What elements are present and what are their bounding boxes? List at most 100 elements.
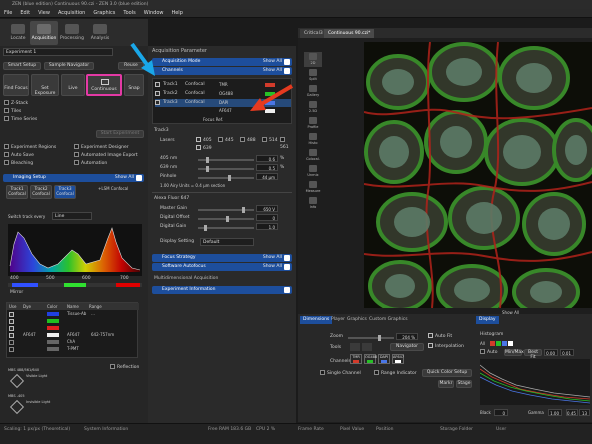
menu-edit[interactable]: Edit xyxy=(16,9,34,18)
checkbox[interactable] xyxy=(9,347,14,352)
table-row[interactable]: AF647 AF647 642-757nm xyxy=(7,332,139,339)
checkbox[interactable] xyxy=(74,144,79,149)
multidim-acq-label[interactable]: Multidimensional Acquisition xyxy=(154,276,218,281)
laser-639-toggle[interactable]: 639 xyxy=(196,145,212,152)
channel-chip-af647[interactable]: AF647 xyxy=(392,354,404,364)
view-histo-button[interactable]: Histo xyxy=(304,132,322,147)
focus-ref-button[interactable]: Focus Ref. xyxy=(203,117,223,122)
checkbox[interactable] xyxy=(155,91,160,96)
checkbox[interactable] xyxy=(110,364,115,369)
status-system-info[interactable]: System Information xyxy=(84,427,128,432)
menu-acquisition[interactable]: Acquisition xyxy=(54,9,89,18)
checkbox[interactable] xyxy=(218,137,223,142)
focus-strategy-header[interactable]: Focus Strategy Show All xyxy=(152,254,292,262)
tab-display[interactable]: Display xyxy=(476,316,499,324)
gamma-value[interactable]: 1.00 xyxy=(548,409,562,416)
channel-swatch-green[interactable] xyxy=(496,341,501,346)
minmax-button[interactable]: Min/Max xyxy=(504,349,524,356)
range-indicator-toggle[interactable]: Range Indicator xyxy=(374,370,417,377)
checkbox[interactable] xyxy=(9,319,14,324)
slider-knob[interactable] xyxy=(206,157,209,163)
best-fit-high[interactable]: 0.01 xyxy=(560,349,574,356)
laser639-slider[interactable] xyxy=(198,166,254,172)
markers-button[interactable]: Markr xyxy=(438,380,454,388)
digital-offset-value[interactable]: 0 xyxy=(256,214,278,221)
find-focus-button[interactable]: Find Focus xyxy=(3,74,29,96)
acquisition-mode-header[interactable]: Acquisition Mode Show All xyxy=(152,58,292,66)
checkbox[interactable] xyxy=(428,333,433,338)
laser-405-toggle[interactable]: 405 xyxy=(196,137,212,144)
color-swatch[interactable] xyxy=(47,347,59,351)
interpolation-toggle[interactable]: Interpolation xyxy=(428,343,464,350)
slider-knob[interactable] xyxy=(204,225,207,231)
view-colocal-button[interactable]: Colocal. xyxy=(304,148,322,163)
experiment-combo[interactable]: Experiment 1 xyxy=(3,48,113,56)
slider-knob[interactable] xyxy=(206,166,209,172)
view-split-button[interactable]: Split xyxy=(304,68,322,83)
color-swatch[interactable] xyxy=(47,326,59,330)
zstack-toggle[interactable]: Z-Stack xyxy=(4,100,28,107)
display-setting-combo[interactable]: Default xyxy=(200,238,254,246)
checkbox[interactable] xyxy=(9,326,14,331)
channel-swatch-white[interactable] xyxy=(508,341,513,346)
quick-color-setup-button[interactable]: Quick Color Setup xyxy=(422,369,472,377)
view-info-button[interactable]: Info xyxy=(304,196,322,211)
view-2-5d-button[interactable]: 2.5D xyxy=(304,100,322,115)
checkbox[interactable] xyxy=(4,144,9,149)
show-all-toggle[interactable]: Show All xyxy=(263,67,282,75)
track3-tab[interactable]: Track3 Confocal xyxy=(54,185,76,199)
histogram-all[interactable]: All xyxy=(480,341,485,346)
laser-514-toggle[interactable]: 514 xyxy=(262,137,278,144)
pan-tool-icon[interactable] xyxy=(362,343,372,351)
checkbox[interactable] xyxy=(4,100,9,105)
view-2d-button[interactable]: 2D xyxy=(304,52,322,67)
laser405-value[interactable]: 0.6 xyxy=(256,155,278,162)
color-swatch[interactable] xyxy=(47,312,59,316)
checkbox[interactable] xyxy=(4,108,9,113)
tab-locate[interactable]: Locate xyxy=(4,21,32,45)
channel-chip-dapi[interactable]: DAPI xyxy=(378,354,390,364)
table-row[interactable]: Tissue-Ab… xyxy=(7,311,139,318)
checkbox[interactable] xyxy=(9,333,14,338)
channel-swatch-red[interactable] xyxy=(490,341,495,346)
view-unmix-button[interactable]: Unmix xyxy=(304,164,322,179)
light-path-visible[interactable]: MBS 488/561/640 Visible Light xyxy=(8,368,47,392)
show-all-toggle[interactable]: Show All xyxy=(263,254,282,262)
laser-488-toggle[interactable]: 488 xyxy=(240,137,256,144)
option-experiment-designer[interactable]: Experiment Designer xyxy=(74,144,129,151)
checkbox[interactable] xyxy=(4,160,9,165)
option-auto-save[interactable]: Auto Save xyxy=(4,152,34,159)
show-all-small[interactable]: Show All xyxy=(502,310,519,315)
single-channel-toggle[interactable]: Single Channel xyxy=(320,370,361,377)
close-icon[interactable] xyxy=(284,68,290,74)
menu-graphics[interactable]: Graphics xyxy=(89,9,119,18)
menu-view[interactable]: View xyxy=(34,9,54,18)
status-storage-folder[interactable]: Storage Folder xyxy=(440,427,473,432)
checkbox[interactable] xyxy=(320,370,325,375)
tab-custom-graphics[interactable]: Custom Graphics xyxy=(366,316,411,324)
show-all-toggle[interactable]: Show All xyxy=(115,174,134,182)
channel-swatch-blue[interactable] xyxy=(502,341,507,346)
view-measure-button[interactable]: Measure xyxy=(304,180,322,195)
menu-file[interactable]: File xyxy=(0,9,16,18)
set-exposure-button[interactable]: Set Exposure xyxy=(31,74,59,96)
checkbox[interactable] xyxy=(74,152,79,157)
color-swatch[interactable] xyxy=(47,319,59,323)
slider-knob[interactable] xyxy=(226,216,229,222)
checkbox[interactable] xyxy=(4,152,9,157)
close-icon[interactable] xyxy=(284,287,290,293)
slider-knob[interactable] xyxy=(228,175,231,181)
imaging-setup-header[interactable]: Imaging Setup Show All xyxy=(3,174,144,182)
master-gain-slider[interactable] xyxy=(198,207,254,213)
channel-chip-tmr[interactable]: TMR xyxy=(350,354,362,364)
checkbox[interactable] xyxy=(428,343,433,348)
checkbox[interactable] xyxy=(196,137,201,142)
range-blue[interactable] xyxy=(12,283,38,287)
sample-navigator-button[interactable]: Sample Navigator xyxy=(44,62,94,70)
view-profile-button[interactable]: Profile xyxy=(304,116,322,131)
table-row[interactable] xyxy=(7,318,139,325)
checkbox[interactable] xyxy=(280,137,285,142)
lsm-confocal-button[interactable]: +LSM Confocal xyxy=(98,186,128,191)
pointer-tool-icon[interactable] xyxy=(350,343,360,351)
checkbox[interactable] xyxy=(374,370,379,375)
